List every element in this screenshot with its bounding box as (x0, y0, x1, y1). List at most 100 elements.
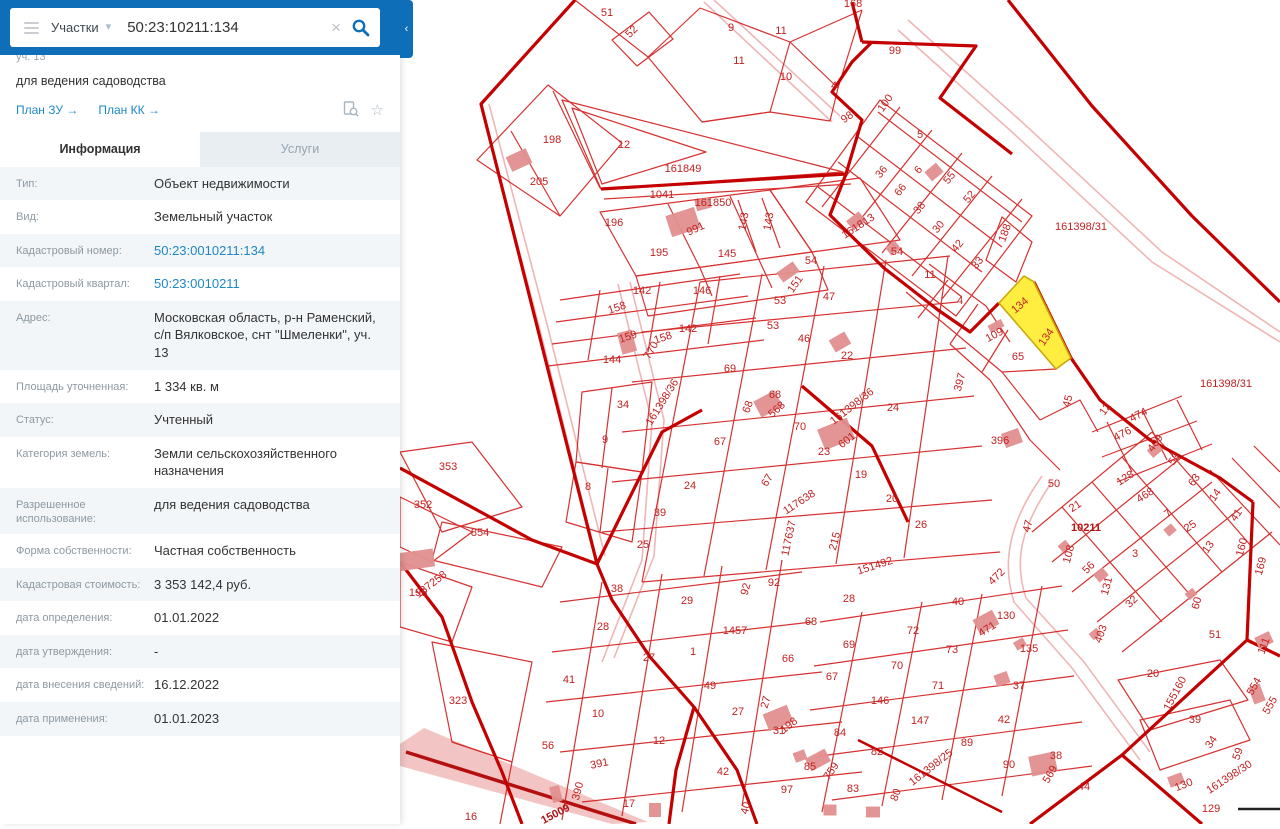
parcel-label: 195 (650, 247, 668, 259)
chevron-down-icon[interactable]: ▾ (106, 20, 112, 33)
search-input[interactable] (125, 18, 331, 37)
star-icon[interactable]: ☆ (371, 103, 384, 118)
plan-kk-link[interactable]: План КК → (98, 103, 160, 117)
info-row-label: Разрешенное использование: (16, 496, 154, 527)
parcel-label: 161398/31 (1200, 378, 1252, 390)
parcel-label: 82 (871, 746, 883, 758)
parcel-label: 205 (530, 176, 548, 188)
panel-collapse-button[interactable]: ‹ (400, 0, 413, 58)
parcel-label: 161398/31 (1055, 221, 1107, 233)
parcel-label: 135 (1020, 643, 1038, 655)
parcel-label: 47 (823, 291, 835, 303)
search-category-select[interactable]: Участки (51, 20, 99, 35)
parcel-label: 40 (739, 801, 754, 816)
info-row: Разрешенное использование:для ведения са… (0, 488, 400, 535)
parcel-label: 70 (891, 660, 903, 672)
info-row-value: - (154, 643, 384, 661)
parcel-label: 158 (606, 300, 627, 317)
parcel-label: 54 (805, 255, 817, 267)
parcel-label: 109 (984, 326, 1006, 345)
parcel-label: 73 (946, 644, 958, 656)
parcel-label: 19 (855, 469, 867, 481)
parcel-label: 144 (603, 354, 621, 366)
parcel-label: 128 (1114, 468, 1136, 488)
parcel-label: 69 (843, 639, 855, 651)
parcel-label: 41 (1228, 507, 1245, 524)
parcel-label: 198 (543, 134, 561, 146)
info-row-value: Учтенный (154, 411, 384, 429)
info-row-value: 1 334 кв. м (154, 378, 384, 396)
parcel-label: 23 (818, 446, 830, 458)
parcel-label: 6 (912, 164, 925, 176)
parcel-label: 161850 (695, 197, 732, 209)
info-row-value-link[interactable]: 50:23:0010211 (154, 275, 384, 293)
parcel-label: 54 (891, 246, 903, 258)
parcel-label: 42 (998, 714, 1010, 726)
parcel-label: 56 (542, 740, 554, 752)
building-footprint (400, 548, 435, 571)
parcel-label: 39 (654, 507, 666, 519)
parcel-label: 117638 (781, 488, 818, 518)
info-row: Кадастровый номер:50:23:0010211:134 (0, 234, 400, 268)
parcel-label: 5 (917, 129, 923, 141)
info-row: Форма собственности:Частная собственност… (0, 534, 400, 568)
hamburger-menu-icon[interactable] (24, 19, 39, 37)
tab-services[interactable]: Услуги (200, 132, 400, 167)
parcel-label: 52 (623, 23, 640, 40)
info-row-label: Категория земель: (16, 445, 154, 461)
info-row: Статус:Учтенный (0, 403, 400, 437)
search-box[interactable]: Участки ▾ × (10, 8, 380, 47)
parcel-label: 39 (1189, 714, 1201, 726)
road-band (400, 728, 648, 824)
building-footprint (824, 805, 837, 816)
parcel-label: 36 (873, 164, 890, 181)
parcel-label: 51 (601, 7, 613, 19)
parcel-label: 11 (775, 25, 786, 37)
doc-search-icon[interactable] (343, 101, 359, 120)
parcel-label: 13 (1200, 539, 1217, 556)
info-row-label: Площадь уточненная: (16, 378, 154, 394)
map-canvas[interactable]: 5152911111041689998100198121618492051041… (400, 0, 1280, 824)
plan-zu-link[interactable]: План ЗУ → (16, 103, 78, 117)
info-row: Адрес:Московская область, р-н Раменский,… (0, 301, 400, 370)
info-row-label: дата применения: (16, 710, 154, 726)
highlighted-parcel[interactable] (999, 276, 1071, 369)
parcel-label: 9 (728, 22, 734, 34)
parcel-label: 25 (637, 539, 649, 551)
parcel-label: 196 (605, 217, 623, 229)
parcel-label: 143 (737, 211, 752, 231)
clear-search-icon[interactable]: × (331, 18, 341, 38)
parcel-label: 41 (563, 674, 575, 686)
parcel-label: 67 (759, 472, 776, 489)
parcel-label: 44 (1078, 781, 1090, 793)
building-footprint (866, 807, 880, 818)
parcel-label: 169 (1253, 556, 1269, 577)
info-row: Вид:Земельный участок (0, 200, 400, 234)
parcel-label: 472 (986, 566, 1007, 587)
search-header: Участки ▾ × (0, 0, 400, 55)
tab-information[interactable]: Информация (0, 132, 200, 167)
cadastral-map-svg[interactable]: 5152911111041689998100198121618492051041… (400, 0, 1280, 824)
parcel-label: 159 (617, 329, 638, 346)
search-icon[interactable] (351, 18, 370, 37)
parcel-label: 146 (871, 695, 889, 707)
parcel-label: 20 (1147, 668, 1159, 680)
parcel-label: 92 (768, 577, 780, 589)
parcel-label: 53 (767, 320, 779, 332)
info-row-label: Кадастровая стоимость: (16, 576, 154, 592)
parcel-label: 20 (886, 493, 898, 505)
info-row-value-link[interactable]: 50:23:0010211:134 (154, 242, 384, 260)
info-row: Кадастровый квартал:50:23:0010211 (0, 267, 400, 301)
parcel-label: 42 (717, 766, 729, 778)
parcel-label: 25 (1182, 518, 1199, 535)
info-row-label: Форма собственности: (16, 542, 154, 558)
info-row: Кадастровая стоимость:3 353 142,4 руб. (0, 568, 400, 602)
parcel-label: 146 (693, 285, 711, 297)
parcel-label: 40 (952, 596, 964, 608)
building-footprint (506, 148, 533, 172)
parcel-label: 49 (704, 680, 716, 692)
parcel-label: 17 (623, 798, 635, 810)
parcel-label: 27 (759, 695, 774, 710)
parcel-label: 83 (847, 783, 859, 795)
parcel-label: 51 (1209, 629, 1221, 641)
